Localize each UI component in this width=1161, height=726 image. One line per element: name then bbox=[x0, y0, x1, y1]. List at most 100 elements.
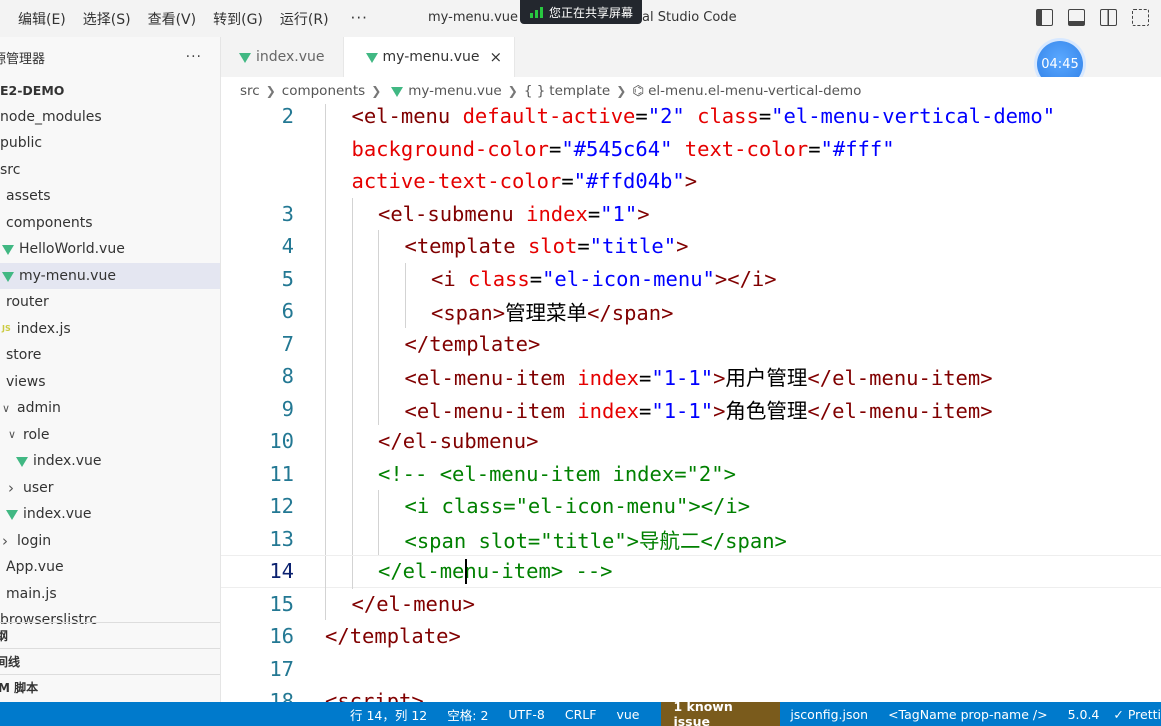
tree-item[interactable]: main.js bbox=[0, 581, 220, 608]
tree-item[interactable]: assets bbox=[0, 183, 220, 210]
vue-file-icon bbox=[2, 245, 14, 256]
code-token: < bbox=[351, 104, 364, 129]
tree-item[interactable]: components bbox=[0, 210, 220, 237]
breadcrumb-src[interactable]: src bbox=[240, 83, 260, 99]
known-issue-badge[interactable]: 1 known issue bbox=[661, 699, 781, 726]
toggle-secondary-sidebar-icon[interactable] bbox=[1100, 9, 1117, 26]
code-line[interactable]: background-color="#545c64" text-color="#… bbox=[221, 132, 1161, 165]
menu-more-icon[interactable]: ··· bbox=[351, 9, 368, 29]
more-actions-icon[interactable]: ··· bbox=[186, 49, 202, 65]
chevron-right-icon: › bbox=[2, 531, 8, 550]
version-status[interactable]: 5.0.4 bbox=[1068, 707, 1100, 722]
tree-item-label: HelloWorld.vue bbox=[19, 241, 125, 258]
code-line[interactable]: 8 <el-menu-item index="1-1">用户管理</el-menu… bbox=[221, 360, 1161, 393]
line-number: 8 bbox=[281, 364, 294, 389]
code-line[interactable]: 16 </template> bbox=[221, 620, 1161, 653]
status-bar: 行 14，列 12 空格: 2 UTF-8 CRLF vue 1 known i… bbox=[0, 699, 1161, 726]
outline-section[interactable]: 纲 bbox=[0, 622, 220, 648]
menu-selection[interactable]: 选择(S) bbox=[83, 9, 131, 29]
braces-icon: { } bbox=[523, 82, 546, 99]
tree-item[interactable]: index.vue bbox=[0, 448, 220, 475]
code-line[interactable]: 9 <el-menu-item index="1-1">角色管理</el-menu… bbox=[221, 392, 1161, 425]
code-line[interactable]: 12 <i class="el-icon-menu"></i> bbox=[221, 490, 1161, 523]
code-text: <template slot="title"> bbox=[405, 234, 689, 258]
code-line[interactable]: 7 </template> bbox=[221, 327, 1161, 360]
code-text: <i class="el-icon-menu"></i> bbox=[431, 267, 777, 291]
tree-item-label: src bbox=[0, 161, 21, 178]
toggle-panel-icon[interactable] bbox=[1068, 9, 1085, 26]
code-line[interactable]: active-text-color="#ffd04b"> bbox=[221, 165, 1161, 198]
tree-item[interactable]: store bbox=[0, 342, 220, 369]
close-tab-icon[interactable]: × bbox=[489, 48, 502, 66]
encoding-status[interactable]: UTF-8 bbox=[508, 707, 544, 722]
breadcrumb-template[interactable]: template bbox=[549, 83, 610, 99]
menu-edit[interactable]: 编辑(E) bbox=[18, 9, 66, 29]
customize-layout-icon[interactable] bbox=[1132, 9, 1149, 26]
code-line[interactable]: 5 <i class="el-icon-menu"></i> bbox=[221, 262, 1161, 295]
code-line[interactable]: 6 <span>管理菜单</span> bbox=[221, 295, 1161, 328]
breadcrumb-element[interactable]: el-menu.el-menu-vertical-demo bbox=[648, 83, 861, 99]
tab-my-menu-vue[interactable]: my-menu.vue × bbox=[343, 37, 516, 77]
tagname-status[interactable]: <TagName prop-name /> bbox=[888, 707, 1048, 722]
vue-file-icon bbox=[239, 53, 251, 63]
code-line[interactable]: 15 </el-menu> bbox=[221, 587, 1161, 620]
tree-item[interactable]: router bbox=[0, 289, 220, 316]
code-token: = bbox=[529, 266, 543, 291]
code-line[interactable]: 11 <!-- <el-menu-item index="2"> bbox=[221, 457, 1161, 490]
tree-item[interactable]: ∨ admin bbox=[0, 395, 220, 422]
code-line[interactable]: 10 </el-submenu> bbox=[221, 425, 1161, 458]
cursor-position[interactable]: 行 14，列 12 bbox=[350, 705, 427, 724]
breadcrumb-components[interactable]: components bbox=[282, 83, 365, 99]
code-token: < bbox=[404, 398, 417, 423]
tree-item[interactable]: ∨ role bbox=[0, 422, 220, 449]
timeline-section[interactable]: 间线 bbox=[0, 648, 220, 674]
indent-guide bbox=[351, 295, 353, 328]
indent-guide bbox=[351, 392, 353, 425]
code-line[interactable]: 17 bbox=[221, 653, 1161, 686]
tree-item-label: public bbox=[0, 135, 43, 152]
npm-scripts-section[interactable]: M 脚本 bbox=[0, 674, 220, 700]
tree-item[interactable]: index.vue bbox=[0, 501, 220, 528]
code-line[interactable]: 14 </el-menu-item> --> bbox=[221, 555, 1161, 589]
code-token: template bbox=[416, 234, 516, 259]
tree-item[interactable]: my-menu.vue bbox=[0, 262, 220, 289]
npm-scripts-label: M 脚本 bbox=[0, 681, 39, 695]
indent-guide bbox=[325, 425, 326, 458]
prettier-status[interactable]: ✓ Pretti bbox=[1113, 707, 1161, 722]
tree-item[interactable]: › login bbox=[0, 528, 220, 555]
code-line[interactable]: 4 <template slot="title"> bbox=[221, 230, 1161, 263]
code-token: <span slot="title">导航二</span> bbox=[404, 528, 787, 553]
menu-go[interactable]: 转到(G) bbox=[213, 9, 263, 29]
code-editor[interactable]: 2 <el-menu default-active="2" class="el-m… bbox=[221, 104, 1161, 702]
line-number: 13 bbox=[269, 526, 294, 551]
tree-item[interactable]: HelloWorld.vue bbox=[0, 236, 220, 263]
tree-item[interactable]: node_modules bbox=[0, 104, 220, 131]
code-line[interactable]: 2 <el-menu default-active="2" class="el-m… bbox=[221, 104, 1161, 133]
tree-item[interactable]: views bbox=[0, 369, 220, 396]
tree-item[interactable]: › user bbox=[0, 475, 220, 502]
tree-item[interactable]: public bbox=[0, 130, 220, 157]
tree-item[interactable]: JS index.js bbox=[0, 316, 220, 343]
indent-guide bbox=[325, 295, 326, 328]
indent-guide bbox=[351, 197, 353, 230]
toggle-sidebar-icon[interactable] bbox=[1036, 9, 1053, 26]
jsconfig-status[interactable]: jsconfig.json bbox=[790, 707, 868, 722]
menu-run[interactable]: 运行(R) bbox=[280, 9, 329, 29]
breadcrumb-file[interactable]: my-menu.vue bbox=[408, 83, 502, 99]
indentation-status[interactable]: 空格: 2 bbox=[447, 705, 488, 724]
tree-item[interactable]: E2-DEMO bbox=[0, 77, 220, 104]
indent-guide bbox=[351, 556, 353, 589]
tab-index-vue[interactable]: index.vue bbox=[221, 37, 344, 77]
tree-item[interactable]: src bbox=[0, 157, 220, 184]
outline-label: 纲 bbox=[0, 627, 8, 644]
language-mode[interactable]: vue bbox=[616, 707, 639, 722]
code-token: = bbox=[548, 136, 562, 161]
screen-share-badge[interactable]: 您正在共享屏幕 bbox=[520, 0, 642, 24]
eol-status[interactable]: CRLF bbox=[565, 707, 597, 722]
tree-item[interactable]: App.vue bbox=[0, 554, 220, 581]
menu-view[interactable]: 查看(V) bbox=[148, 9, 197, 29]
code-line[interactable]: 3 <el-submenu index="1"> bbox=[221, 197, 1161, 230]
code-line[interactable]: 13 <span slot="title">导航二</span> bbox=[221, 522, 1161, 555]
